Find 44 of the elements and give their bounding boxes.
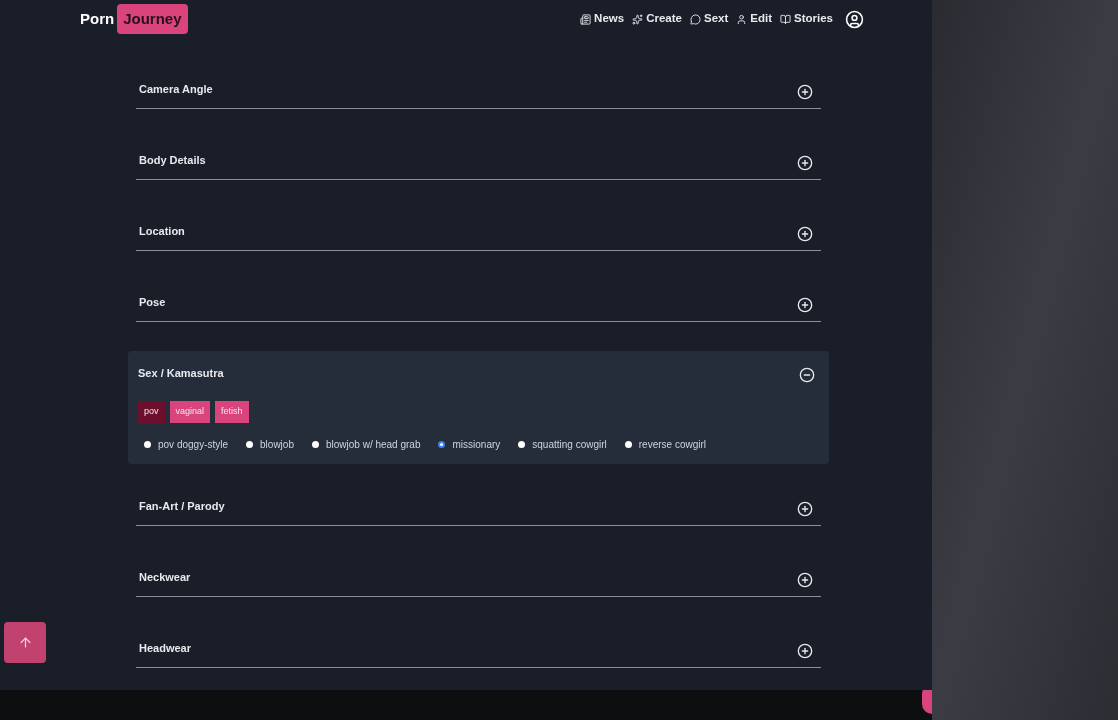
accordion-header[interactable]: Location — [139, 223, 185, 240]
accordion-header[interactable]: Pose — [139, 294, 166, 311]
chat-icon — [689, 13, 701, 25]
radio-button[interactable] — [624, 441, 632, 448]
logo-badge: Journey — [117, 3, 188, 35]
expand-icon[interactable] — [797, 572, 813, 588]
nav-link[interactable]: News — [580, 10, 625, 28]
radio-button[interactable] — [518, 441, 526, 448]
tag[interactable]: vaginal — [169, 401, 211, 423]
accordion-header[interactable]: Neckwear — [139, 569, 191, 586]
expand-icon[interactable] — [797, 226, 813, 242]
radio-label: pov doggy-style — [158, 438, 229, 452]
collapse-icon[interactable] — [799, 366, 815, 383]
radio-button[interactable] — [438, 441, 446, 448]
radio-label: blowjob w/ head grab — [325, 438, 421, 452]
tag[interactable]: fetish — [215, 401, 249, 423]
newspaper-icon — [580, 13, 592, 25]
expand-icon[interactable] — [797, 297, 813, 313]
radio-label: blowjob — [260, 438, 294, 452]
sparkles-icon — [632, 13, 644, 25]
expand-icon[interactable] — [797, 501, 813, 517]
account-icon[interactable] — [845, 9, 864, 29]
accordion-header[interactable]: Sex / Kamasutra — [138, 364, 224, 382]
accordion-header[interactable]: Headwear — [139, 640, 191, 657]
tag[interactable]: pov — [138, 401, 165, 423]
expand-icon[interactable] — [797, 84, 813, 100]
radio-button[interactable] — [144, 441, 151, 448]
radio-label: reverse cowgirl — [638, 438, 706, 452]
accordion-header[interactable]: Camera Angle — [139, 81, 213, 98]
person-icon — [736, 13, 748, 25]
accordion-header[interactable]: Fan-Art / Parody — [139, 498, 225, 515]
expand-icon[interactable] — [797, 155, 813, 171]
logo-text: Porn — [80, 8, 115, 29]
radio-button[interactable] — [246, 441, 254, 448]
nav-link[interactable]: Stories — [780, 10, 833, 28]
radio-label: squatting cowgirl — [532, 438, 607, 452]
accordion-header[interactable]: Body Details — [139, 152, 206, 169]
nav-link[interactable]: Edit — [736, 10, 772, 28]
expand-icon[interactable] — [797, 643, 813, 659]
radio-button[interactable] — [311, 441, 319, 448]
nav-link[interactable]: Create — [632, 10, 682, 28]
radio-label: missionary — [452, 438, 501, 452]
book-icon — [780, 13, 791, 25]
nav-link[interactable]: Sext — [689, 10, 729, 28]
